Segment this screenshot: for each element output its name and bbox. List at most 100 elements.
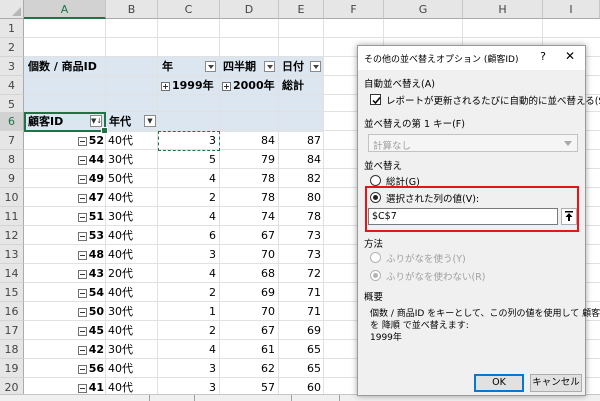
row-header[interactable]: 8 (0, 150, 24, 169)
collapse-minus-icon[interactable] (77, 383, 87, 393)
grand-total-cell[interactable]: 73 (279, 226, 321, 245)
grand-total-cell[interactable]: 80 (279, 188, 321, 207)
active-cell-a6[interactable] (24, 112, 108, 134)
row-header[interactable]: 4 (0, 76, 24, 95)
value-cell-1999[interactable]: 4 (158, 340, 216, 359)
grand-total-cell[interactable]: 71 (279, 302, 321, 321)
age-group-cell[interactable]: 30代 (108, 150, 156, 169)
customer-id-cell[interactable]: 44 (24, 150, 104, 169)
row-header[interactable]: 3 (0, 57, 24, 76)
pivot-year-1999[interactable]: 1999年 (161, 76, 221, 95)
value-cell-1999[interactable]: 2 (158, 283, 216, 302)
radio-grand-total[interactable] (370, 175, 381, 186)
value-cell-2000[interactable]: 67 (220, 226, 275, 245)
collapse-minus-icon[interactable] (77, 307, 87, 317)
column-header-d[interactable]: D (220, 0, 279, 19)
radio-furigana-use[interactable] (370, 252, 381, 263)
row-header[interactable]: 19 (0, 359, 24, 378)
age-group-cell[interactable]: 50代 (108, 169, 156, 188)
radio-selected-column[interactable] (370, 192, 381, 203)
customer-id-cell[interactable]: 47 (24, 188, 104, 207)
value-cell-2000[interactable]: 84 (220, 131, 275, 150)
collapse-minus-icon[interactable] (77, 155, 87, 165)
age-group-cell[interactable]: 40代 (108, 321, 156, 340)
value-cell-2000[interactable]: 70 (220, 245, 275, 264)
value-cell-1999[interactable]: 2 (158, 321, 216, 340)
radio-furigana-use-label[interactable]: ふりがなを使う(Y) (386, 251, 466, 265)
grand-total-cell[interactable]: 78 (279, 207, 321, 226)
column-header-e[interactable]: E (279, 0, 324, 19)
sort-dropdown-icon[interactable]: ▼ (144, 115, 156, 127)
age-group-cell[interactable]: 40代 (108, 226, 156, 245)
collapse-minus-icon[interactable] (77, 231, 87, 241)
value-cell-1999[interactable]: 6 (158, 226, 216, 245)
age-group-cell[interactable]: 40代 (108, 188, 156, 207)
value-cell-1999[interactable]: 1 (158, 302, 216, 321)
row-header[interactable]: 1 (0, 19, 24, 38)
grand-total-cell[interactable]: 84 (279, 150, 321, 169)
row-header[interactable]: 7 (0, 131, 24, 150)
grand-total-cell[interactable]: 69 (279, 321, 321, 340)
auto-sort-checkbox[interactable] (370, 94, 381, 105)
value-cell-1999[interactable]: 4 (158, 207, 216, 226)
radio-furigana-nouse-label[interactable]: ふりがなを使わない(R) (386, 269, 486, 283)
row-header[interactable]: 18 (0, 340, 24, 359)
collapse-minus-icon[interactable] (77, 345, 87, 355)
grand-total-cell[interactable]: 82 (279, 169, 321, 188)
customer-id-cell[interactable]: 51 (24, 207, 104, 226)
row-header[interactable]: 14 (0, 264, 24, 283)
expand-plus-icon[interactable] (161, 81, 170, 91)
pivot-year-2000[interactable]: 2000年 (222, 76, 280, 95)
radio-selected-column-label[interactable]: 選択された列の値(V): (386, 191, 479, 205)
customer-id-cell[interactable]: 56 (24, 359, 104, 378)
row-header[interactable]: 16 (0, 302, 24, 321)
sheet-tab[interactable] (150, 395, 195, 401)
value-cell-2000[interactable]: 69 (220, 283, 275, 302)
help-button[interactable]: ? (536, 50, 550, 63)
row-header[interactable]: 12 (0, 226, 24, 245)
customer-id-cell[interactable]: 45 (24, 321, 104, 340)
collapse-minus-icon[interactable] (77, 364, 87, 374)
sort-options-dialog[interactable]: その他の並べ替えオプション (顧客ID) ? ✕ 自動並べ替え(A) レポートが… (357, 45, 600, 396)
age-group-cell[interactable]: 40代 (108, 359, 156, 378)
row-header[interactable]: 6 (0, 112, 24, 131)
customer-id-cell[interactable]: 49 (24, 169, 104, 188)
age-group-cell[interactable]: 30代 (108, 207, 156, 226)
row-header[interactable]: 13 (0, 245, 24, 264)
cell-reference-input[interactable]: $C$7 (368, 208, 558, 225)
cancel-button[interactable]: キャンセル (530, 374, 582, 392)
grand-total-cell[interactable]: 87 (279, 131, 321, 150)
value-cell-2000[interactable]: 62 (220, 359, 275, 378)
collapse-minus-icon[interactable] (77, 212, 87, 222)
value-cell-1999[interactable]: 5 (158, 150, 216, 169)
select-all-corner[interactable] (0, 0, 24, 19)
value-cell-2000[interactable]: 61 (220, 340, 275, 359)
grand-total-cell[interactable]: 72 (279, 264, 321, 283)
age-group-cell[interactable]: 30代 (108, 302, 156, 321)
date-filter-dropdown-icon[interactable] (310, 61, 321, 72)
ok-button[interactable]: OK (474, 374, 524, 392)
collapse-minus-icon[interactable] (77, 193, 87, 203)
grand-total-cell[interactable]: 71 (279, 283, 321, 302)
column-header-c[interactable]: C (158, 0, 220, 19)
customer-id-cell[interactable]: 52 (24, 131, 104, 150)
collapse-minus-icon[interactable] (77, 174, 87, 184)
sheet-tab[interactable] (292, 395, 340, 401)
year-filter-dropdown-icon[interactable] (205, 61, 216, 72)
collapse-minus-icon[interactable] (77, 288, 87, 298)
collapse-minus-icon[interactable] (77, 136, 87, 146)
grand-total-cell[interactable]: 65 (279, 359, 321, 378)
value-cell-2000[interactable]: 78 (220, 188, 275, 207)
value-cell-1999[interactable]: 3 (158, 245, 216, 264)
column-header-h[interactable]: H (463, 0, 543, 19)
close-icon[interactable]: ✕ (563, 49, 577, 63)
radio-furigana-nouse[interactable] (370, 270, 381, 281)
customer-id-cell[interactable]: 50 (24, 302, 104, 321)
row-header[interactable]: 2 (0, 38, 24, 57)
collapse-dialog-button[interactable] (561, 208, 577, 225)
quarter-filter-dropdown-icon[interactable] (264, 61, 275, 72)
row-header[interactable]: 9 (0, 169, 24, 188)
sheet-tab[interactable] (80, 395, 150, 401)
age-group-cell[interactable]: 40代 (108, 245, 156, 264)
customer-id-cell[interactable]: 53 (24, 226, 104, 245)
